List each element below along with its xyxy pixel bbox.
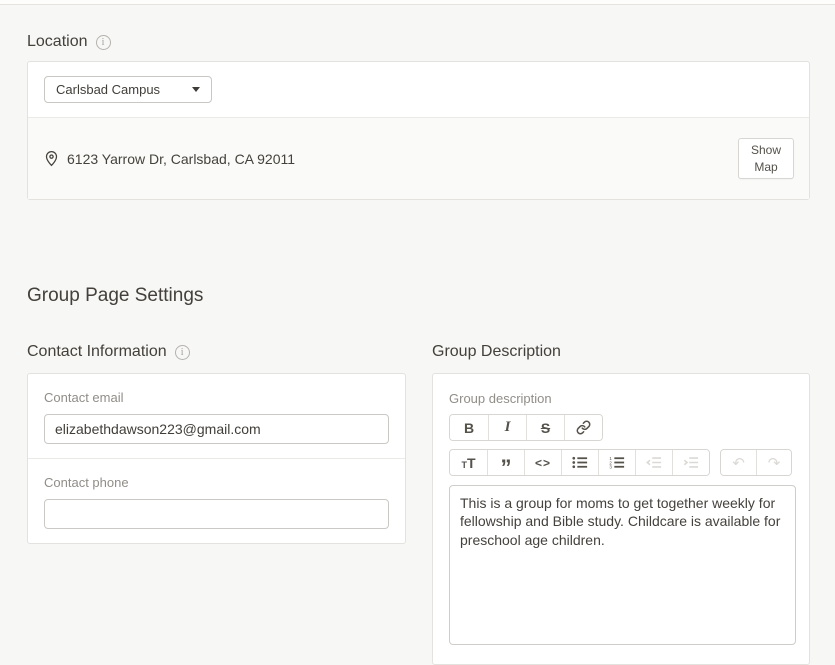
redo-button[interactable]: ↷ [756,450,791,475]
top-card-edge [0,0,835,5]
group-description-title: Group Description [432,343,561,360]
info-circle-icon[interactable]: i [95,34,111,50]
numbered-list-button[interactable]: 1 2 3 [598,450,635,475]
code-icon: <> [534,455,551,470]
heading-icon: TT [461,454,476,471]
contact-information-heading: Contact Information i [27,343,406,361]
outdent-button[interactable] [635,450,672,475]
group-description-heading: Group Description [432,343,810,361]
numbered-list-icon: 1 2 3 [609,456,625,469]
undo-icon: ↶ [732,453,745,472]
contact-email-block: Contact email [28,374,405,458]
toolbar-gap [710,449,720,476]
redo-icon: ↷ [767,453,781,472]
show-map-button[interactable]: Show Map [738,138,794,179]
address-text: 6123 Yarrow Dr, Carlsbad, CA 92011 [67,150,296,167]
show-map-label-line2: Map [754,159,778,174]
bold-button[interactable]: B [450,415,488,440]
contact-phone-input[interactable] [44,499,389,529]
location-panel: Carlsbad Campus 6123 Yarrow Dr, Carlsbad… [27,61,810,200]
map-pin-icon [44,150,59,167]
location-title: Location [27,33,88,50]
campus-select-value: Carlsbad Campus [56,82,161,97]
campus-row: Carlsbad Campus [28,62,809,117]
settings-columns: Contact Information i Contact email Cont… [27,343,810,665]
text-style-group: B I S [449,414,603,441]
contact-phone-block: Contact phone [28,458,405,543]
indent-icon [683,456,699,469]
location-heading: Location i [27,33,810,51]
code-button[interactable]: <> [524,450,561,475]
editor-toolbar-row1: B I S [449,414,794,441]
outdent-icon [646,456,662,469]
group-page-settings-heading: Group Page Settings [27,285,204,306]
group-description-section: Group Description Group description B I [432,343,810,665]
bold-icon: B [463,419,475,436]
strikethrough-button[interactable]: S [526,415,564,440]
heading-button[interactable]: TT [450,450,487,475]
contact-information-section: Contact Information i Contact email Cont… [27,343,406,665]
indent-button[interactable] [672,450,709,475]
svg-text:3: 3 [609,465,612,469]
link-icon [576,420,591,435]
italic-button[interactable]: I [488,415,526,440]
block-format-group: TT ” <> 1 2 3 [449,449,710,476]
campus-select[interactable]: Carlsbad Campus [44,76,212,103]
group-description-label: Group description [449,391,552,406]
link-button[interactable] [564,415,602,440]
contact-information-title: Contact Information [27,343,167,360]
page-content: Location i Carlsbad Campus 6123 Yarrow D… [0,33,835,665]
italic-icon: I [504,419,511,435]
quote-button[interactable]: ” [487,450,524,475]
strikethrough-icon: S [540,419,551,436]
contact-email-label: Contact email [44,390,124,405]
address-row: 6123 Yarrow Dr, Carlsbad, CA 92011 Show … [28,117,809,199]
info-circle-icon[interactable]: i [174,344,190,360]
history-group: ↶ ↷ [720,449,792,476]
chevron-down-icon [192,87,200,92]
undo-button[interactable]: ↶ [721,450,756,475]
bullet-list-button[interactable] [561,450,598,475]
contact-phone-label: Contact phone [44,475,129,490]
contact-information-panel: Contact email Contact phone [27,373,406,544]
group-description-textarea[interactable]: This is a group for moms to get together… [449,485,796,645]
group-description-panel: Group description B I S T T ” <> 1 2 3 ↶… [432,373,810,665]
group-description-inner: Group description B I S T T ” <> 1 2 3 ↶… [433,374,809,664]
contact-email-input[interactable] [44,414,389,444]
editor-toolbar-row2: TT ” <> 1 2 3 ↶ ↷ [449,449,794,476]
bullet-list-icon [572,456,588,469]
show-map-label-line1: Show [750,143,782,158]
